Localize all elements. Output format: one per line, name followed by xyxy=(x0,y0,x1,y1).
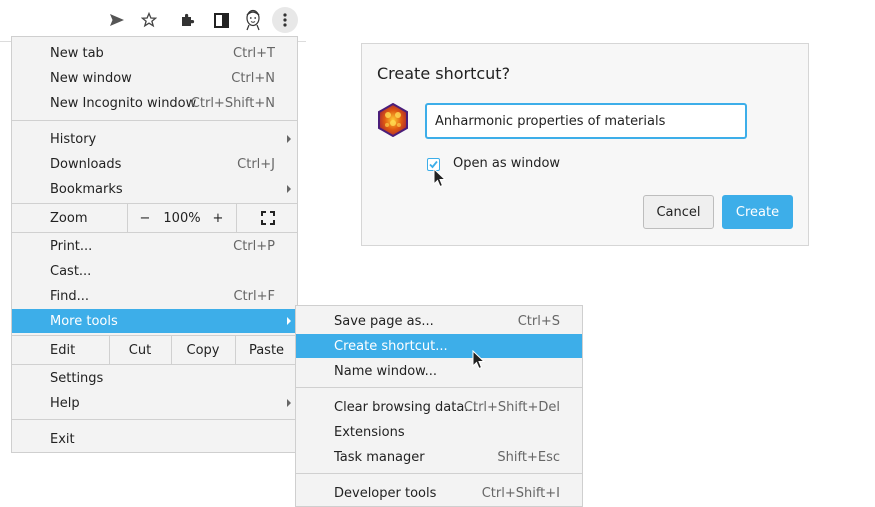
menu-item-new-tab[interactable]: New tab Ctrl+T xyxy=(12,41,297,65)
submenu-item-name-window[interactable]: Name window... xyxy=(296,359,582,383)
more-menu-icon[interactable] xyxy=(272,7,298,33)
menu-item-print[interactable]: Print... Ctrl+P xyxy=(12,234,297,258)
menu-item-shortcut: Ctrl+Shift+I xyxy=(481,485,560,501)
edit-label: Edit xyxy=(50,342,76,358)
menu-item-bookmarks[interactable]: Bookmarks xyxy=(12,177,297,201)
paste-button[interactable]: Paste xyxy=(236,336,297,364)
menu-item-label: Settings xyxy=(50,370,104,386)
menu-item-shortcut: Ctrl+P xyxy=(233,238,275,254)
submenu-item-extensions[interactable]: Extensions xyxy=(296,420,582,444)
menu-separator xyxy=(12,364,297,365)
zoom-divider xyxy=(236,204,237,232)
open-as-window-label: Open as window xyxy=(453,156,561,171)
submenu-arrow-icon xyxy=(287,135,291,143)
submenu-item-clear-browsing-data[interactable]: Clear browsing data... Ctrl+Shift+Del xyxy=(296,395,582,419)
menu-item-cast[interactable]: Cast... xyxy=(12,259,297,283)
submenu-arrow-icon xyxy=(287,317,291,325)
menu-item-shortcut: Ctrl+S xyxy=(517,313,560,329)
menu-item-shortcut: Ctrl+Shift+Del xyxy=(463,399,560,415)
menu-item-find[interactable]: Find... Ctrl+F xyxy=(12,284,297,308)
submenu-item-task-manager[interactable]: Task manager Shift+Esc xyxy=(296,445,582,469)
menu-item-new-window[interactable]: New window Ctrl+N xyxy=(12,66,297,90)
zoom-in-button[interactable]: + xyxy=(205,204,231,232)
menu-item-shortcut: Ctrl+N xyxy=(231,70,275,86)
menu-item-label: More tools xyxy=(50,313,118,329)
menu-item-label: Downloads xyxy=(50,156,122,172)
menu-item-label: Save page as... xyxy=(334,313,434,329)
menu-item-exit[interactable]: Exit xyxy=(12,427,297,451)
zoom-label: Zoom xyxy=(50,210,88,226)
menu-item-label: Cast... xyxy=(50,263,92,279)
browser-main-menu: New tab Ctrl+T New window Ctrl+N New Inc… xyxy=(11,36,298,453)
menu-item-label: Exit xyxy=(50,431,75,447)
submenu-arrow-icon xyxy=(287,399,291,407)
create-shortcut-dialog: Create shortcut? Anharmonic properties o… xyxy=(361,43,809,246)
menu-item-label: Task manager xyxy=(334,449,425,465)
menu-item-more-tools[interactable]: More tools xyxy=(12,309,297,333)
mouse-cursor-icon xyxy=(472,349,486,370)
menu-item-label: New Incognito window xyxy=(50,95,197,111)
submenu-item-save-page-as[interactable]: Save page as... Ctrl+S xyxy=(296,309,582,333)
menu-item-help[interactable]: Help xyxy=(12,391,297,415)
shortcut-name-input[interactable]: Anharmonic properties of materials xyxy=(425,103,747,139)
menu-separator xyxy=(296,473,582,474)
menu-item-settings[interactable]: Settings xyxy=(12,366,297,390)
side-panel-icon[interactable] xyxy=(210,9,232,31)
menu-item-label: Bookmarks xyxy=(50,181,123,197)
menu-separator xyxy=(12,120,297,121)
menu-item-shortcut: Shift+Esc xyxy=(497,449,560,465)
menu-item-label: Developer tools xyxy=(334,485,437,501)
menu-item-label: Name window... xyxy=(334,363,438,379)
site-favicon-icon xyxy=(377,102,409,138)
menu-item-label: Create shortcut... xyxy=(334,338,448,354)
cancel-button[interactable]: Cancel xyxy=(643,195,714,229)
submenu-item-create-shortcut[interactable]: Create shortcut... xyxy=(296,334,582,358)
menu-item-label: Print... xyxy=(50,238,93,254)
menu-item-new-incognito-window[interactable]: New Incognito window Ctrl+Shift+N xyxy=(12,91,297,115)
submenu-arrow-icon xyxy=(287,185,291,193)
dialog-title: Create shortcut? xyxy=(377,64,511,83)
menu-separator xyxy=(296,387,582,388)
edit-row: Edit Cut Copy Paste xyxy=(12,336,297,364)
menu-item-label: History xyxy=(50,131,97,147)
zoom-out-button[interactable]: − xyxy=(132,204,158,232)
mouse-cursor-icon xyxy=(433,167,447,188)
zoom-level: 100% xyxy=(163,210,201,226)
zoom-row: Zoom − 100% + xyxy=(12,204,297,232)
fullscreen-icon[interactable] xyxy=(238,204,297,232)
menu-item-downloads[interactable]: Downloads Ctrl+J xyxy=(12,152,297,176)
menu-item-label: Find... xyxy=(50,288,90,304)
submenu-item-developer-tools[interactable]: Developer tools Ctrl+Shift+I xyxy=(296,481,582,505)
zoom-divider xyxy=(127,204,128,232)
copy-button[interactable]: Copy xyxy=(172,336,234,364)
more-tools-submenu: Save page as... Ctrl+S Create shortcut..… xyxy=(295,305,583,507)
menu-item-label: Clear browsing data... xyxy=(334,399,477,415)
menu-separator xyxy=(12,419,297,420)
menu-item-shortcut: Ctrl+Shift+N xyxy=(190,95,275,111)
menu-item-shortcut: Ctrl+F xyxy=(233,288,275,304)
menu-item-label: New tab xyxy=(50,45,104,61)
create-button[interactable]: Create xyxy=(722,195,793,229)
menu-item-label: New window xyxy=(50,70,132,86)
menu-item-history[interactable]: History xyxy=(12,127,297,151)
menu-item-label: Help xyxy=(50,395,80,411)
menu-item-shortcut: Ctrl+T xyxy=(233,45,275,61)
profile-avatar-icon[interactable] xyxy=(242,9,264,31)
cut-button[interactable]: Cut xyxy=(110,336,170,364)
send-icon[interactable] xyxy=(106,9,128,31)
menu-separator xyxy=(12,232,297,233)
extensions-puzzle-icon[interactable] xyxy=(177,9,199,31)
menu-item-shortcut: Ctrl+J xyxy=(237,156,275,172)
menu-item-label: Extensions xyxy=(334,424,405,440)
star-icon[interactable] xyxy=(138,9,160,31)
